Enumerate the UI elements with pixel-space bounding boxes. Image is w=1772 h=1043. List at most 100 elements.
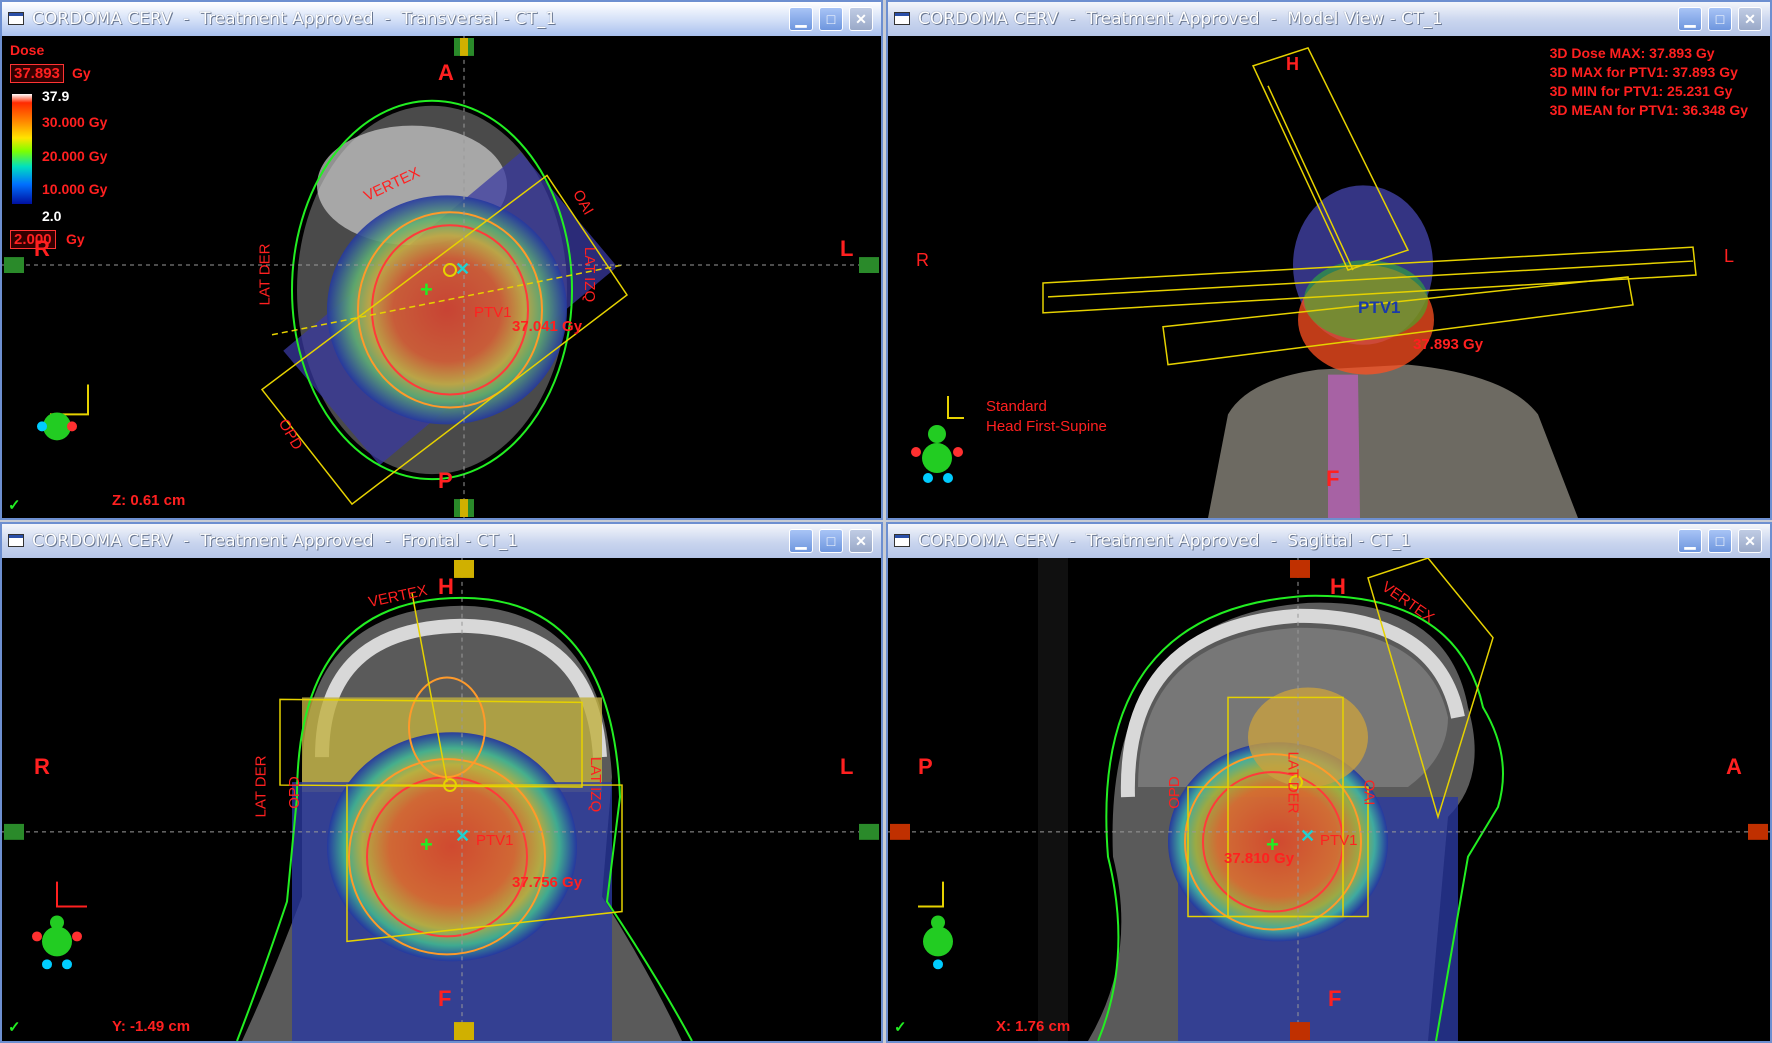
transversal-window[interactable]: CORDOMA CERV - Treatment Approved - Tran… — [0, 0, 883, 520]
maximize-icon: □ — [1715, 533, 1725, 549]
window-title: CORDOMA CERV - Treatment Approved - Sagi… — [918, 531, 1412, 551]
legend-tick-20: 20.000 Gy — [42, 148, 108, 164]
patient-orientation-icon[interactable] — [32, 883, 92, 978]
structure-label-ptv1: PTV1 — [476, 832, 514, 849]
dose-max-value[interactable]: 37.893 — [10, 64, 64, 83]
close-button[interactable]: ✕ — [849, 529, 873, 553]
orient-anterior: A — [438, 60, 454, 85]
stat-ptv-min: 3D MIN for PTV1: 25.231 Gy — [1549, 83, 1733, 99]
dose-point-value: 37.810 Gy — [1224, 850, 1295, 867]
orient-left: L — [840, 754, 854, 779]
sagittal-viewport[interactable]: ✕ + H F P A VERTEX OPD LAT DER OAI PTV1 … — [888, 558, 1770, 1041]
dose-wash — [327, 732, 577, 962]
frontal-window[interactable]: CORDOMA CERV - Treatment Approved - Fron… — [0, 522, 883, 1043]
frontal-image: ✕ + — [2, 558, 881, 1041]
sagittal-window[interactable]: CORDOMA CERV - Treatment Approved - Sagi… — [886, 522, 1772, 1043]
svg-text:✕: ✕ — [455, 826, 470, 846]
model-view-window[interactable]: CORDOMA CERV - Treatment Approved - Mode… — [886, 0, 1772, 520]
window-icon — [8, 534, 24, 547]
dose-point-value: 37.893 Gy — [1413, 336, 1484, 353]
structure-label-ptv1: PTV1 — [474, 304, 512, 321]
window-title: CORDOMA CERV - Treatment Approved - Fron… — [32, 531, 518, 551]
maximize-icon: □ — [826, 11, 836, 27]
stat-dose-max: 3D Dose MAX: 37.893 Gy — [1549, 45, 1715, 61]
transversal-image: ✕ + — [2, 36, 881, 518]
svg-text:✕: ✕ — [1300, 826, 1315, 846]
model-viewport[interactable]: 3D Dose MAX: 37.893 Gy 3D MAX for PTV1: … — [888, 36, 1770, 518]
close-button[interactable]: ✕ — [1738, 529, 1762, 553]
window-title: CORDOMA CERV - Treatment Approved - Tran… — [32, 9, 557, 29]
beam-label-lat-izq: LAT IZQ — [581, 246, 599, 303]
dose-statistics: 3D Dose MAX: 37.893 Gy 3D MAX for PTV1: … — [1550, 44, 1748, 120]
minimize-icon: ▁ — [1684, 11, 1696, 27]
maximize-button[interactable]: □ — [819, 7, 843, 31]
patient-orientation-icon[interactable] — [916, 883, 966, 978]
svg-text:+: + — [420, 277, 433, 302]
legend-tick-30: 30.000 Gy — [42, 114, 108, 130]
orient-feet: F — [1328, 986, 1342, 1011]
dose-point-value: 37.041 Gy — [512, 318, 583, 335]
check-mark[interactable]: ✓ — [8, 496, 21, 514]
check-mark[interactable]: ✓ — [894, 1018, 907, 1036]
stat-ptv-max: 3D MAX for PTV1: 37.893 Gy — [1549, 64, 1738, 80]
minimize-button[interactable]: ▁ — [789, 7, 813, 31]
close-icon: ✕ — [855, 533, 867, 549]
dose-legend: Dose 37.893 Gy 37.9 30.000 Gy 20.000 Gy … — [8, 42, 128, 249]
beam-label-opd: OPD — [1165, 776, 1183, 809]
legend-bottom-tick: 2.0 — [42, 208, 62, 224]
model-view-titlebar[interactable]: CORDOMA CERV - Treatment Approved - Mode… — [888, 2, 1770, 37]
minimize-button[interactable]: ▁ — [789, 529, 813, 553]
patient-orientation-icon[interactable] — [28, 416, 88, 476]
orient-left: L — [840, 236, 854, 261]
transversal-titlebar[interactable]: CORDOMA CERV - Treatment Approved - Tran… — [2, 2, 881, 37]
minimize-button[interactable]: ▁ — [1678, 7, 1702, 31]
dose-max-unit: Gy — [72, 65, 91, 81]
stat-ptv-mean: 3D MEAN for PTV1: 36.348 Gy — [1549, 102, 1748, 118]
transversal-viewport[interactable]: ✕ + Dose 37.893 Gy 37.9 30.000 Gy 20.000… — [2, 36, 881, 518]
frontal-viewport[interactable]: ✕ + H F R L VERTEX LAT DER OPD LAT IZQ P… — [2, 558, 881, 1041]
legend-label: Dose — [10, 42, 45, 58]
window-icon — [894, 534, 910, 547]
orient-head: H — [1286, 54, 1299, 74]
beam-label-oai: OAI — [1360, 779, 1378, 806]
sagittal-image: ✕ + — [888, 558, 1770, 1041]
slice-position: X: 1.76 cm — [996, 1018, 1071, 1035]
dose-colorbar[interactable] — [12, 94, 32, 204]
position-line-2: Head First-Supine — [986, 418, 1107, 435]
close-button[interactable]: ✕ — [849, 7, 873, 31]
check-mark[interactable]: ✓ — [8, 1018, 21, 1036]
orient-head: H — [1330, 574, 1346, 599]
minimize-icon: ▁ — [1684, 533, 1696, 549]
dose-point-value: 37.756 Gy — [512, 874, 583, 891]
orient-feet: F — [438, 986, 452, 1011]
maximize-button[interactable]: □ — [819, 529, 843, 553]
position-line-1: Standard — [986, 398, 1047, 415]
slice-position: Z: 0.61 cm — [112, 492, 186, 509]
orient-right: R — [916, 250, 929, 270]
window-icon — [894, 12, 910, 25]
orient-feet: F — [1326, 466, 1340, 491]
orient-head: H — [438, 574, 454, 599]
legend-tick-10: 10.000 Gy — [42, 181, 108, 197]
legend-top-tick: 37.9 — [42, 88, 70, 104]
maximize-button[interactable]: □ — [1708, 7, 1732, 31]
sagittal-titlebar[interactable]: CORDOMA CERV - Treatment Approved - Sagi… — [888, 524, 1770, 559]
svg-text:+: + — [420, 832, 433, 857]
dose-wash — [327, 195, 567, 425]
slice-position: Y: -1.49 cm — [112, 1018, 191, 1035]
minimize-icon: ▁ — [795, 533, 807, 549]
beam-label-lat-izq: LAT IZQ — [587, 756, 605, 813]
dose-min-unit: Gy — [66, 231, 85, 247]
beam-label-lat-der: LAT DER — [256, 243, 274, 306]
orient-right: R — [34, 754, 50, 779]
close-button[interactable]: ✕ — [1738, 7, 1762, 31]
minimize-button[interactable]: ▁ — [1678, 529, 1702, 553]
minimize-icon: ▁ — [795, 11, 807, 27]
frontal-titlebar[interactable]: CORDOMA CERV - Treatment Approved - Fron… — [2, 524, 881, 559]
orient-right: R — [34, 236, 50, 261]
maximize-icon: □ — [826, 533, 836, 549]
patient-orientation-icon[interactable] — [902, 386, 972, 486]
structure-label-ptv1: PTV1 — [1358, 298, 1401, 317]
maximize-button[interactable]: □ — [1708, 529, 1732, 553]
orient-anterior: A — [1726, 754, 1742, 779]
